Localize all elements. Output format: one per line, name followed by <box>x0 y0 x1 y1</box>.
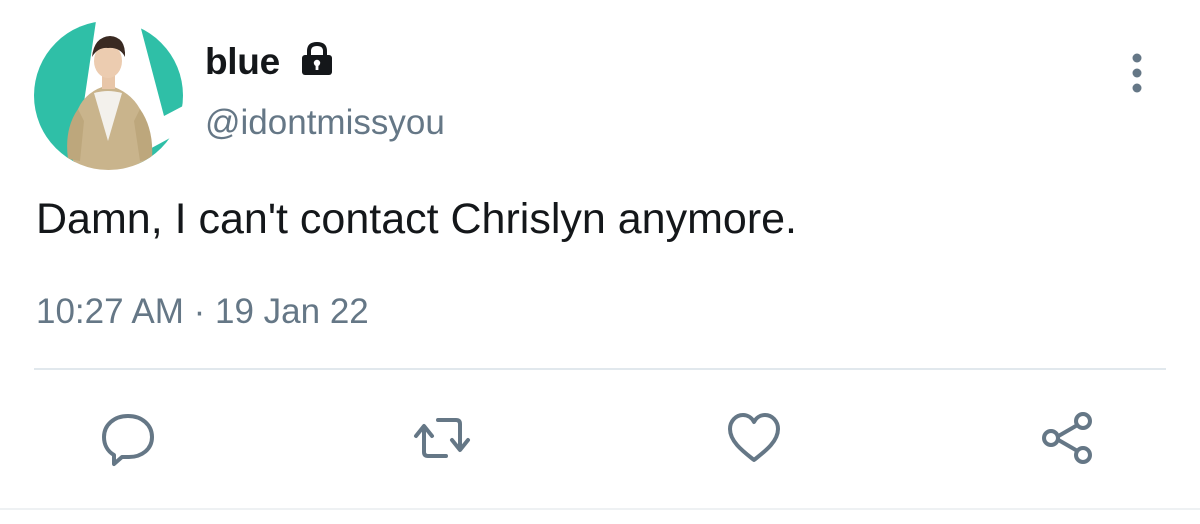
tweet-time[interactable]: 10:27 AM <box>36 292 184 331</box>
lock-icon <box>298 40 336 78</box>
tweet-date[interactable]: 19 Jan 22 <box>215 292 369 331</box>
more-vertical-icon[interactable] <box>1122 50 1152 96</box>
display-name-row: blue <box>205 38 336 86</box>
divider <box>34 368 1166 370</box>
avatar[interactable] <box>34 21 183 170</box>
reply-icon[interactable] <box>98 408 158 468</box>
meta-separator: · <box>193 292 206 331</box>
user-handle[interactable]: @idontmissyou <box>205 103 445 143</box>
bottom-divider <box>0 508 1200 510</box>
share-icon[interactable] <box>1038 408 1098 468</box>
tweet-timestamp: 10:27 AM · 19 Jan 22 <box>36 292 369 332</box>
display-name[interactable]: blue <box>205 41 280 83</box>
avatar-image <box>34 21 183 170</box>
tweet-card: blue @idontmissyou Damn, I can't contact… <box>0 0 1200 524</box>
tweet-text: Damn, I can't contact Chrislyn anymore. <box>36 195 798 243</box>
retweet-icon[interactable] <box>412 408 472 468</box>
heart-icon[interactable] <box>724 408 784 468</box>
